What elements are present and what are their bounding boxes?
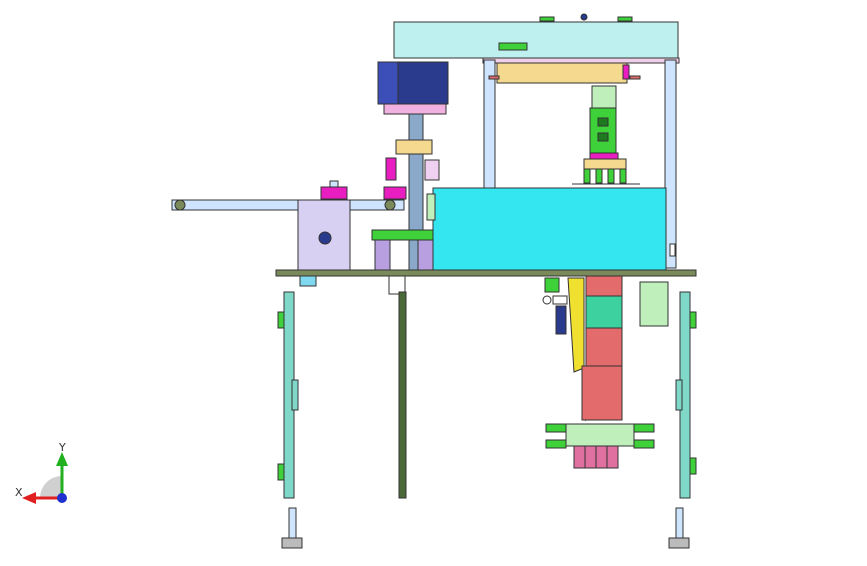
top-knob	[580, 13, 588, 21]
hopper-bracket	[585, 275, 623, 297]
triad-x-label: X	[15, 486, 23, 499]
axis-triad	[22, 452, 68, 504]
yellow-ramp	[567, 277, 585, 373]
tan-moving-plate	[496, 62, 628, 84]
valve	[555, 305, 567, 335]
top-plate-bracket	[498, 42, 528, 51]
center-leg	[398, 291, 407, 499]
support-cylinder-right	[417, 239, 434, 271]
press-cylinder	[591, 85, 617, 109]
magenta-block-left	[320, 186, 348, 200]
table-top-plate	[275, 269, 697, 277]
guide-post-right	[664, 59, 677, 269]
cad-viewport[interactable]	[0, 0, 867, 562]
hopper-window	[585, 295, 623, 329]
cross-bar	[482, 57, 680, 64]
top-plate	[393, 21, 679, 59]
triad-z-axis	[57, 493, 67, 503]
triad-y-label: Y	[59, 441, 66, 454]
gripper-bar	[565, 423, 635, 447]
cyan-housing	[432, 187, 667, 271]
magenta-block-right	[383, 186, 407, 200]
foot-left	[288, 507, 297, 539]
machine-assembly-drawing[interactable]	[0, 0, 867, 562]
support-cylinder-left	[374, 239, 391, 271]
conveyor-arm	[171, 199, 405, 211]
foot-right	[675, 507, 684, 539]
picker-fingers	[583, 168, 591, 184]
